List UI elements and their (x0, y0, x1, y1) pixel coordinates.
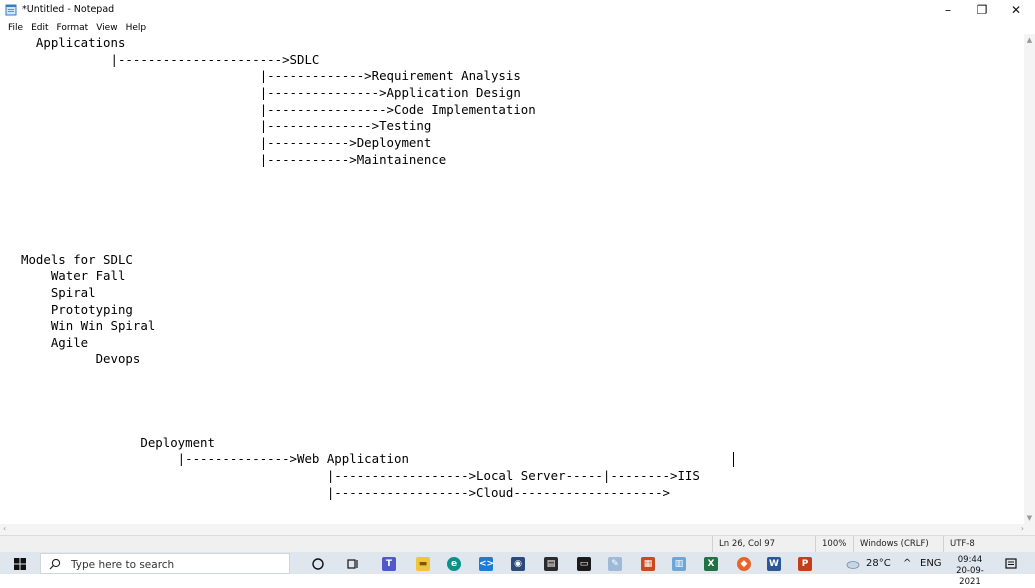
search-placeholder: Type here to search (71, 559, 175, 571)
scroll-left-icon[interactable]: ‹ (3, 524, 6, 533)
notepad-icon (5, 4, 17, 16)
clock-date: 20-09-2021 (956, 566, 984, 587)
language-indicator[interactable]: ENG (920, 558, 942, 569)
menu-bar: File Edit Format View Help (0, 20, 1035, 34)
browser-icon[interactable]: ◆ (737, 557, 751, 571)
menu-help[interactable]: Help (122, 20, 151, 34)
editor-text[interactable]: Applications |---------------------->SDL… (0, 34, 700, 501)
paint-icon[interactable]: ✎ (608, 557, 622, 571)
excel-icon[interactable]: X (704, 557, 718, 571)
scroll-up-icon[interactable]: ▲ (1024, 36, 1035, 46)
window-title: *Untitled - Notepad (22, 4, 115, 15)
restore-button[interactable]: ❐ (965, 0, 999, 20)
horizontal-scrollbar[interactable]: ‹ › (0, 524, 1024, 535)
weather-temp[interactable]: 28°C (866, 558, 891, 569)
status-bar: Ln 26, Col 97 100% Windows (CRLF) UTF-8 (0, 535, 1035, 553)
encoding: UTF-8 (943, 536, 1030, 553)
close-button[interactable]: ✕ (999, 0, 1033, 20)
weather-icon[interactable] (845, 557, 861, 571)
cortana-icon[interactable] (311, 557, 325, 571)
taskbar-search[interactable]: Type here to search (40, 553, 290, 574)
clock-time: 09:44 (957, 555, 983, 565)
notepad-taskbar-icon[interactable]: ▥ (672, 557, 686, 571)
menu-file[interactable]: File (0, 20, 27, 34)
search-icon (49, 558, 61, 570)
network-app-icon[interactable]: ◉ (511, 557, 525, 571)
menu-format[interactable]: Format (53, 20, 93, 34)
text-caret (733, 452, 734, 467)
edge-icon[interactable]: e (447, 557, 461, 571)
vscode-icon[interactable]: <> (479, 557, 494, 571)
store-icon[interactable]: ▤ (544, 557, 558, 571)
scrollbar-corner (1024, 524, 1035, 535)
menu-view[interactable]: View (92, 20, 121, 34)
task-view-icon[interactable] (346, 557, 360, 571)
cursor-position: Ln 26, Col 97 (712, 536, 817, 553)
title-bar: *Untitled - Notepad – ❐ ✕ (0, 0, 1035, 20)
scroll-down-icon[interactable]: ▼ (1024, 514, 1035, 524)
file-explorer-icon[interactable]: ▬ (416, 557, 430, 571)
tray-chevron-icon[interactable]: ^ (903, 558, 911, 569)
terminal-icon[interactable]: ▭ (577, 557, 591, 571)
menu-edit[interactable]: Edit (27, 20, 52, 34)
media-app-icon[interactable]: ▦ (641, 557, 655, 571)
powerpoint-icon[interactable]: P (798, 557, 812, 571)
vertical-scrollbar[interactable]: ▲ ▼ (1024, 34, 1035, 524)
windows-start-icon[interactable] (14, 558, 26, 570)
line-ending: Windows (CRLF) (853, 536, 944, 553)
word-icon[interactable]: W (767, 557, 781, 571)
clock[interactable]: 09:44 20-09-2021 (952, 555, 988, 588)
minimize-button[interactable]: – (931, 0, 965, 20)
text-editor[interactable]: Applications |---------------------->SDL… (0, 34, 1024, 524)
teams-icon[interactable]: T (382, 557, 396, 571)
notification-icon[interactable] (1004, 557, 1018, 571)
taskbar: Type here to search T ▬ e <> ◉ ▤ ▭ ✎ ▦ ▥… (0, 552, 1035, 587)
